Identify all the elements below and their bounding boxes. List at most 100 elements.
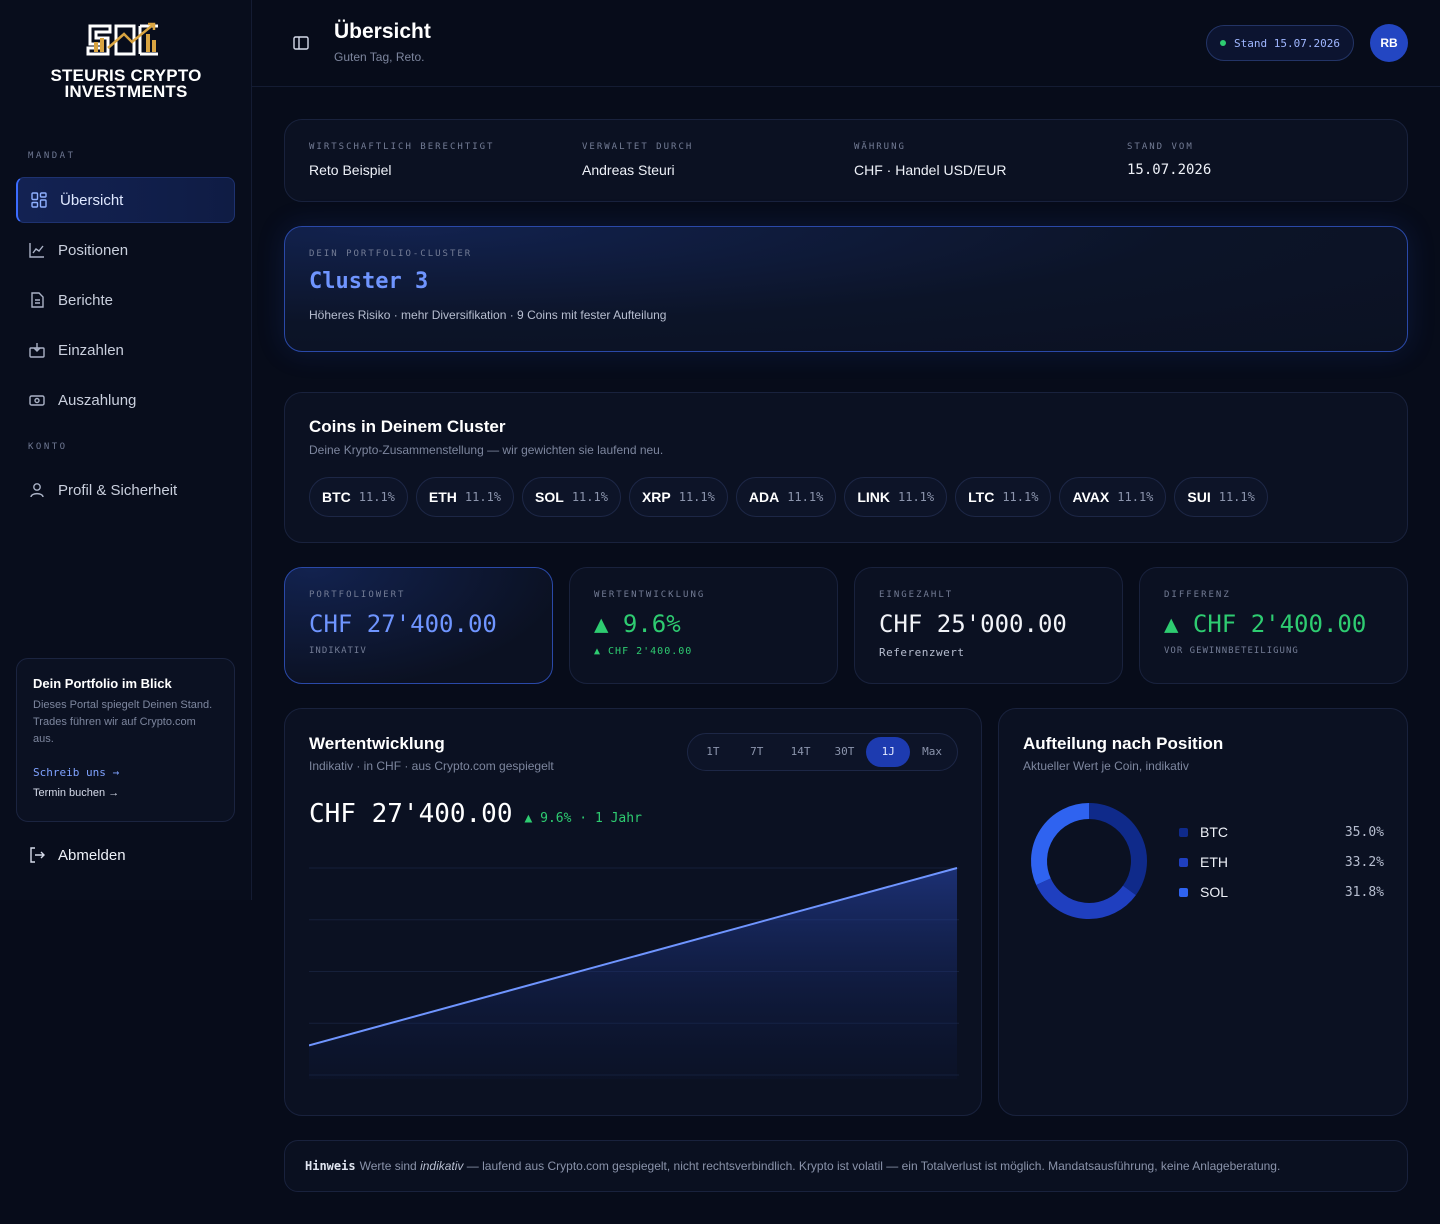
- kpi-performance: WERTENTWICKLUNG ▲ 9.6% ▲ CHF 2'400.00: [569, 567, 838, 684]
- sidebar-toggle-icon[interactable]: [292, 34, 310, 52]
- sidebar-item-auszahlung[interactable]: Auszahlung: [16, 377, 235, 423]
- coin-chip[interactable]: BTC 11.1%: [309, 477, 408, 517]
- logout-icon: [30, 847, 45, 863]
- coin-weight: 11.1%: [678, 490, 715, 504]
- page-title: Übersicht: [334, 20, 431, 43]
- disclaimer-post: — laufend aus Crypto.com gespiegelt, nic…: [466, 1159, 1281, 1173]
- sidebar-item-berichte[interactable]: Berichte: [16, 277, 235, 323]
- kpi-sub: INDIKATIV: [309, 646, 367, 656]
- coin-weight: 11.1%: [1218, 490, 1255, 504]
- coin-symbol: XRP: [641, 489, 671, 505]
- allocation-card: Aufteilung nach Position Aktueller Wert …: [998, 708, 1408, 1116]
- kpi-value: CHF 25'000.00: [879, 610, 1067, 638]
- sidebar-item-label: Übersicht: [60, 191, 124, 209]
- kpi-value: CHF 27'400.00: [309, 610, 497, 638]
- donut-slice-eth[interactable]: [1036, 878, 1136, 919]
- donut-slice-btc[interactable]: [1088, 803, 1147, 896]
- coin-chip[interactable]: LTC 11.1%: [955, 477, 1052, 517]
- sidebar-item-label: Berichte: [58, 291, 114, 309]
- range-tab-max[interactable]: Max: [910, 737, 954, 767]
- range-tabs: 1T 7T 14T 30T 1J Max: [687, 733, 958, 771]
- coin-list: BTC 11.1% ETH 11.1% SOL 11.1% XRP 11.1% ADA 1…: [309, 477, 1383, 517]
- top-header: Übersicht Guten Tag, Reto. Stand 15.07.2…: [252, 0, 1440, 87]
- cluster-label: DEIN PORTFOLIO-CLUSTER: [309, 249, 473, 259]
- kpi-value: ▲ 9.6%: [594, 610, 681, 638]
- info-label: VERWALTET DURCH: [582, 142, 694, 152]
- info-label: STAND VOM: [1127, 142, 1194, 152]
- info-value: Reto Beispiel: [309, 162, 392, 178]
- sidebar-item-uebersicht[interactable]: Übersicht: [16, 177, 235, 223]
- kpi-sub: ▲ CHF 2'400.00: [594, 646, 693, 657]
- legend-swatch: [1179, 887, 1188, 897]
- kpi-value: ▲ CHF 2'400.00: [1164, 610, 1367, 638]
- promo-card: Dein Portfolio im Blick Dieses Portal sp…: [16, 658, 235, 822]
- cash-icon: [29, 395, 45, 406]
- write-us-link[interactable]: Schreib uns →: [33, 766, 218, 779]
- disclaimer: Hinweis Werte sind indikativ — laufend a…: [284, 1140, 1408, 1192]
- brand-mark-icon: [86, 22, 158, 56]
- line-chart-icon: [29, 243, 44, 258]
- coins-title: Coins in Deinem Cluster: [309, 417, 506, 436]
- coin-symbol: ETH: [428, 489, 457, 505]
- cluster-name: Cluster 3: [309, 269, 429, 294]
- range-tab-30t[interactable]: 30T: [822, 737, 866, 767]
- coin-chip[interactable]: ADA 11.1%: [735, 477, 837, 517]
- info-value: CHF · Handel USD/EUR: [854, 162, 1007, 178]
- coin-weight: 11.1%: [1002, 490, 1039, 504]
- logout-button[interactable]: Abmelden: [16, 832, 235, 878]
- legend-swatch: [1179, 827, 1188, 837]
- sidebar-item-label: Profil & Sicherheit: [58, 481, 178, 499]
- coin-symbol: LINK: [857, 489, 890, 505]
- sidebar-item-positionen[interactable]: Positionen: [16, 227, 235, 273]
- mandate-info-card: WIRTSCHAFTLICH BERECHTIGT Reto Beispiel …: [284, 119, 1408, 202]
- range-tab-1j[interactable]: 1J: [866, 737, 911, 767]
- coin-chip[interactable]: XRP 11.1%: [628, 477, 728, 517]
- book-appointment-link[interactable]: Termin buchen →: [33, 787, 218, 799]
- legend-row-btc: BTC 35.0%: [1179, 822, 1384, 842]
- disclaimer-label: Hinweis: [305, 1159, 356, 1173]
- info-beneficiary: WIRTSCHAFTLICH BERECHTIGT Reto Beispiel: [309, 142, 494, 178]
- legend-name: BTC: [1200, 824, 1228, 840]
- performance-subtitle: Indikativ · in CHF · aus Crypto.com gesp…: [309, 759, 554, 773]
- coin-weight: 11.1%: [464, 490, 502, 504]
- legend-name: SOL: [1200, 884, 1229, 900]
- coin-weight: 11.1%: [571, 490, 608, 504]
- promo-title: Dein Portfolio im Blick: [33, 676, 172, 691]
- coin-chip[interactable]: SUI 11.1%: [1174, 477, 1268, 517]
- coin-chip[interactable]: LINK 11.1%: [844, 477, 948, 517]
- kpi-difference: DIFFERENZ ▲ CHF 2'400.00 VOR GEWINNBETEI…: [1139, 567, 1408, 684]
- performance-change: ▲ 9.6% · 1 Jahr: [524, 811, 642, 826]
- coin-chip[interactable]: AVAX 11.1%: [1059, 477, 1167, 517]
- performance-card: Wertentwicklung Indikativ · in CHF · aus…: [284, 708, 982, 1116]
- coin-chip[interactable]: SOL 11.1%: [522, 477, 621, 517]
- logout-label: Abmelden: [58, 846, 126, 864]
- cluster-card: DEIN PORTFOLIO-CLUSTER Cluster 3 Höheres…: [284, 226, 1408, 352]
- info-label: WÄHRUNG: [854, 142, 906, 152]
- coin-chip[interactable]: ETH 11.1%: [415, 477, 515, 517]
- avatar[interactable]: RB: [1370, 24, 1408, 62]
- info-label: WIRTSCHAFTLICH BERECHTIGT: [309, 142, 495, 152]
- user-icon: [30, 483, 44, 498]
- chart-area-series: [309, 868, 957, 1079]
- coin-weight: 11.1%: [1117, 490, 1154, 504]
- kpi-sub: VOR GEWINNBETEILIGUNG: [1164, 646, 1299, 656]
- coins-subtitle: Deine Krypto-Zusammenstellung — wir gewi…: [309, 443, 664, 457]
- range-tab-7t[interactable]: 7T: [735, 737, 779, 767]
- section-label-konto: KONTO: [28, 442, 68, 452]
- kpi-deposited: EINGEZAHLT CHF 25'000.00 Referenzwert: [854, 567, 1123, 684]
- brand-logo[interactable]: STEURIS CRYPTO INVESTMENTS: [40, 20, 212, 100]
- donut-slice-sol[interactable]: [1031, 803, 1090, 886]
- legend-percent: 31.8%: [1344, 884, 1384, 900]
- info-manager: VERWALTET DURCH Andreas Steuri: [582, 142, 693, 178]
- sidebar-item-einzahlen[interactable]: Einzahlen: [16, 327, 235, 373]
- performance-value: CHF 27'400.00: [309, 799, 513, 829]
- allocation-donut-chart: [1031, 803, 1147, 919]
- range-tab-14t[interactable]: 14T: [779, 737, 823, 767]
- range-tab-1t[interactable]: 1T: [691, 737, 735, 767]
- sidebar-item-profil[interactable]: Profil & Sicherheit: [16, 467, 235, 513]
- coin-symbol: AVAX: [1072, 489, 1110, 505]
- coin-symbol: SOL: [535, 489, 564, 505]
- coin-weight: 11.1%: [898, 490, 935, 504]
- promo-text: Dieses Portal spiegelt Deinen Stand. Tra…: [33, 699, 213, 745]
- coin-symbol: BTC: [322, 489, 351, 505]
